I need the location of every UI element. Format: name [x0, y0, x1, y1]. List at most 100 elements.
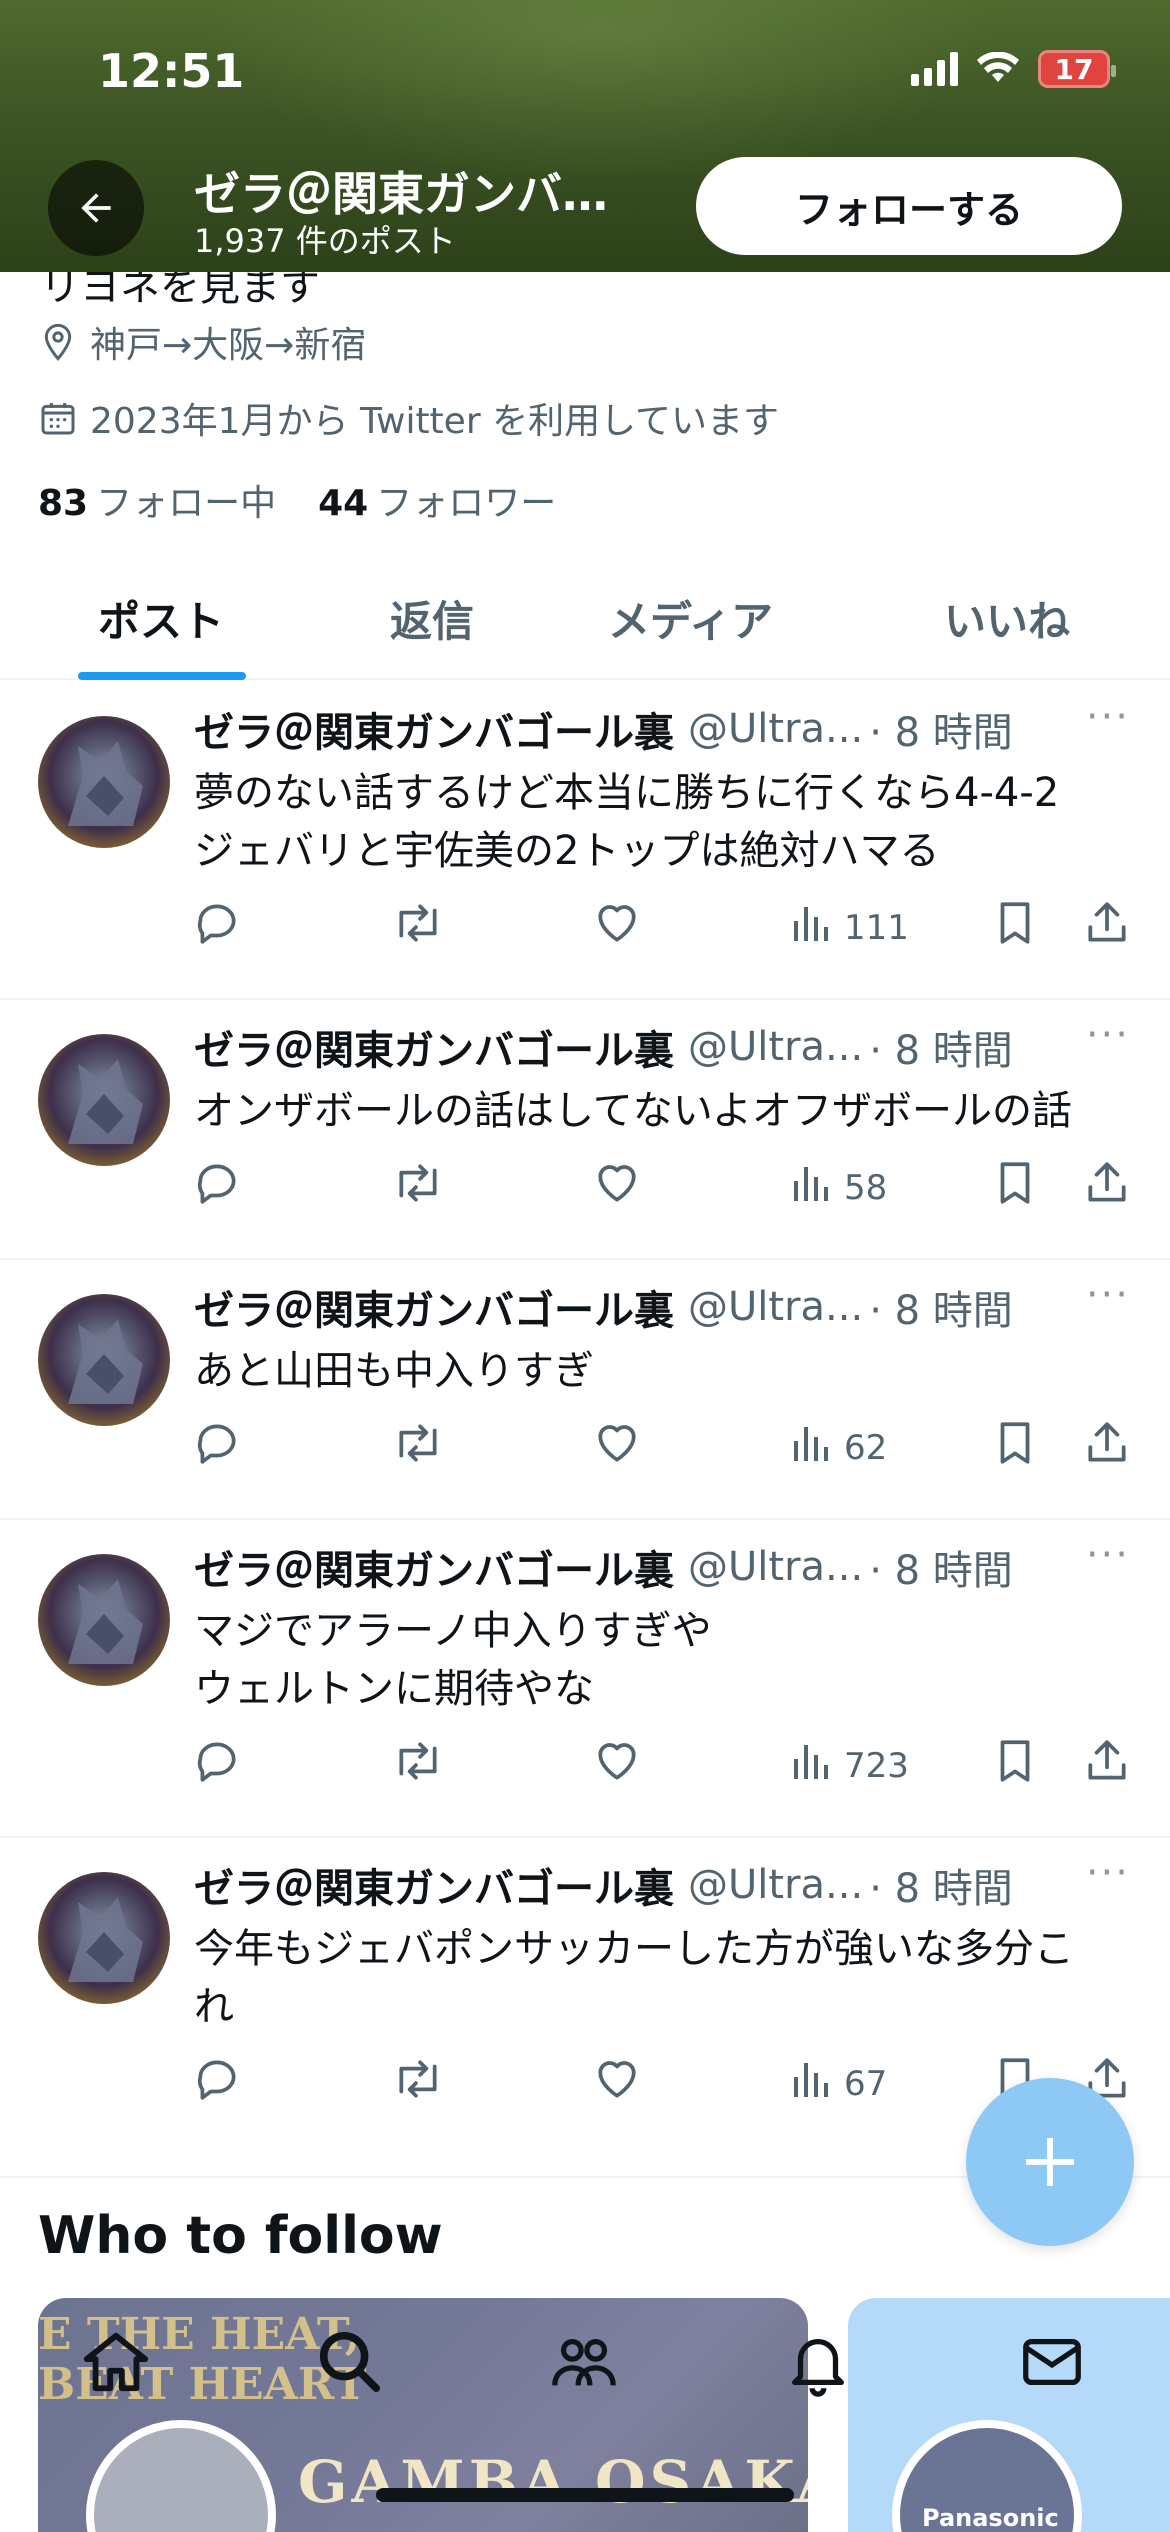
- post-more-icon[interactable]: ···: [1086, 1850, 1130, 1896]
- repost-button[interactable]: [390, 1418, 446, 1477]
- post-more-icon[interactable]: ···: [1086, 1012, 1130, 1058]
- tab-replies[interactable]: 返信: [390, 588, 474, 649]
- share-button[interactable]: [1082, 1736, 1132, 1795]
- views-count: 111: [844, 907, 909, 948]
- post-item[interactable]: ゼラ＠関東ガンバゴール裏 @Ultra... · 8 時間 ··· あと山田も中…: [0, 1260, 1170, 1520]
- share-button[interactable]: [1082, 1158, 1132, 1217]
- plus-icon: [1026, 2138, 1074, 2186]
- post-actions: 111: [0, 898, 1170, 958]
- like-button[interactable]: [592, 1418, 642, 1477]
- bookmark-button[interactable]: [992, 1736, 1038, 1795]
- heart-icon: [592, 1158, 642, 1217]
- tab-posts[interactable]: ポスト: [98, 588, 224, 649]
- like-button[interactable]: [592, 1158, 642, 1217]
- post-author-name[interactable]: ゼラ＠関東ガンバゴール裏: [194, 700, 674, 758]
- post-author-name[interactable]: ゼラ＠関東ガンバゴール裏: [194, 1278, 674, 1336]
- post-avatar[interactable]: [38, 1294, 170, 1426]
- home-icon: [83, 2332, 149, 2392]
- post-more-icon[interactable]: ···: [1086, 1532, 1130, 1578]
- share-icon: [1082, 1158, 1132, 1217]
- map-pin-icon: [44, 323, 72, 361]
- heart-icon: [592, 898, 642, 957]
- mail-icon: [1023, 2338, 1081, 2386]
- post-avatar[interactable]: [38, 1554, 170, 1686]
- post-item[interactable]: ゼラ＠関東ガンバゴール裏 @Ultra... · 8 時間 ··· オンザボール…: [0, 1000, 1170, 1260]
- views-button[interactable]: 62: [790, 1418, 887, 1477]
- share-button[interactable]: [1082, 898, 1132, 957]
- nav-communities[interactable]: [544, 2322, 624, 2402]
- reply-button[interactable]: [192, 898, 242, 957]
- post-avatar[interactable]: [38, 1872, 170, 2004]
- tab-likes[interactable]: いいね: [944, 588, 1070, 649]
- home-indicator: [376, 2488, 794, 2502]
- post-item[interactable]: ゼラ＠関東ガンバゴール裏 @Ultra... · 8 時間 ··· 夢のない話す…: [0, 682, 1170, 1000]
- post-actions: 62: [0, 1418, 1170, 1478]
- share-icon: [1082, 1418, 1132, 1477]
- signal-icon: [911, 52, 958, 86]
- reply-icon: [192, 1736, 242, 1795]
- tab-media[interactable]: メディア: [608, 588, 773, 649]
- bookmark-button[interactable]: [992, 898, 1038, 957]
- following-link[interactable]: 83 フォロー中: [38, 474, 276, 526]
- followers-link[interactable]: 44 フォロワー: [318, 474, 556, 526]
- reply-button[interactable]: [192, 2054, 242, 2113]
- post-author-handle: @Ultra...: [688, 706, 864, 752]
- bell-icon: [792, 2338, 844, 2397]
- follow-button[interactable]: フォローする: [696, 157, 1122, 255]
- nav-notifications[interactable]: [778, 2322, 858, 2402]
- views-button[interactable]: 111: [790, 898, 909, 957]
- post-timestamp: · 8 時間: [869, 1028, 1013, 1074]
- bookmark-icon: [992, 1736, 1038, 1795]
- reply-button[interactable]: [192, 1158, 242, 1217]
- heart-icon: [592, 1418, 642, 1477]
- heart-icon: [592, 2054, 642, 2113]
- post-timestamp: · 8 時間: [869, 1866, 1013, 1912]
- reply-icon: [192, 1418, 242, 1477]
- repost-button[interactable]: [390, 1736, 446, 1795]
- back-button[interactable]: [48, 160, 144, 256]
- nav-messages[interactable]: [1012, 2322, 1092, 2402]
- post-avatar[interactable]: [38, 1034, 170, 1166]
- share-icon: [1082, 898, 1132, 957]
- status-icons: 17: [911, 50, 1116, 88]
- nav-search[interactable]: [310, 2322, 390, 2402]
- reply-icon: [192, 898, 242, 957]
- views-icon: [790, 2054, 834, 2113]
- nav-home[interactable]: [76, 2322, 156, 2402]
- like-button[interactable]: [592, 898, 642, 957]
- compose-post-button[interactable]: [966, 2078, 1134, 2246]
- post-author-name[interactable]: ゼラ＠関東ガンバゴール裏: [194, 1856, 674, 1914]
- post-author-name[interactable]: ゼラ＠関東ガンバゴール裏: [194, 1018, 674, 1076]
- bookmark-button[interactable]: [992, 1418, 1038, 1477]
- post-text: マジでアラーノ中入りすぎや ウェルトンに期待やな: [194, 1608, 712, 1712]
- bookmark-button[interactable]: [992, 1158, 1038, 1217]
- who-to-follow-title: Who to follow: [38, 2206, 443, 2266]
- post-avatar[interactable]: [38, 716, 170, 848]
- post-more-icon[interactable]: ···: [1086, 694, 1130, 740]
- repost-button[interactable]: [390, 1158, 446, 1217]
- views-button[interactable]: 67: [790, 2054, 887, 2113]
- share-button[interactable]: [1082, 1418, 1132, 1477]
- views-icon: [790, 1418, 834, 1477]
- post-item[interactable]: ゼラ＠関東ガンバゴール裏 @Ultra... · 8 時間 ··· マジでアラー…: [0, 1520, 1170, 1838]
- post-text: 夢のない話するけど本当に勝ちに行くなら4-4-2 ジェバリと宇佐美の2トップは絶…: [194, 770, 1060, 874]
- bookmark-icon: [992, 1158, 1038, 1217]
- views-icon: [790, 1736, 834, 1795]
- reply-button[interactable]: [192, 1418, 242, 1477]
- heart-icon: [592, 1736, 642, 1795]
- post-timestamp: · 8 時間: [869, 1548, 1013, 1594]
- post-author-name[interactable]: ゼラ＠関東ガンバゴール裏: [194, 1538, 674, 1596]
- like-button[interactable]: [592, 2054, 642, 2113]
- location-text: 神戸→大阪→新宿: [90, 325, 367, 366]
- post-more-icon[interactable]: ···: [1086, 1272, 1130, 1318]
- repost-button[interactable]: [390, 2054, 446, 2113]
- reply-button[interactable]: [192, 1736, 242, 1795]
- views-button[interactable]: 58: [790, 1158, 887, 1217]
- views-count: 58: [844, 1167, 888, 1208]
- repost-button[interactable]: [390, 898, 446, 957]
- post-actions: 723: [0, 1736, 1170, 1796]
- bookmark-icon: [992, 1418, 1038, 1477]
- views-button[interactable]: 723: [790, 1736, 909, 1795]
- header-display-name: ゼラ＠関東ガンバ…: [194, 167, 608, 221]
- like-button[interactable]: [592, 1736, 642, 1795]
